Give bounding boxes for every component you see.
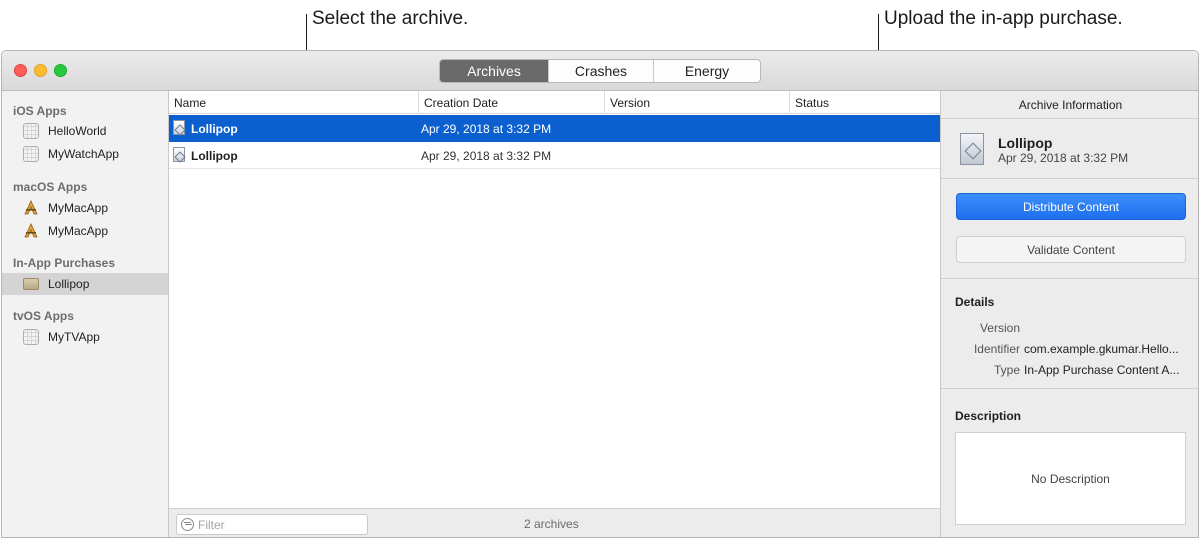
archive-inspector: Archive Information Lollipop Apr 29, 201… (940, 91, 1198, 537)
detail-label-identifier: Identifier (973, 342, 1020, 356)
archive-document-icon (173, 147, 185, 162)
column-name[interactable]: Name (169, 91, 419, 114)
sidebar-item-label: MyTVApp (48, 330, 100, 344)
sidebar: iOS Apps HelloWorld MyWatchApp macOS App… (2, 91, 169, 537)
row-date: Apr 29, 2018 at 3:32 PM (421, 122, 552, 136)
list-footer: 2 archives (169, 508, 940, 537)
sidebar-item-helloworld[interactable]: HelloWorld (2, 120, 168, 142)
sidebar-item-mymacapp[interactable]: MyMacApp (2, 197, 168, 219)
ios-app-icon (23, 146, 39, 162)
package-icon (23, 278, 39, 290)
column-status[interactable]: Status (790, 91, 940, 114)
macos-app-icon (23, 200, 39, 216)
description-box[interactable]: No Description (955, 432, 1186, 525)
tab-archives[interactable]: Archives (440, 60, 549, 82)
organizer-window: Archives Crashes Energy iOS Apps HelloWo… (1, 50, 1199, 538)
sidebar-item-label: MyWatchApp (48, 147, 119, 161)
archive-document-icon (960, 133, 984, 165)
detail-value-identifier: com.example.gkumar.Hello... (1024, 342, 1179, 356)
column-version[interactable]: Version (605, 91, 790, 114)
archive-document-icon (173, 120, 185, 135)
section-tvos-apps: tvOS Apps (13, 309, 74, 323)
validate-content-button[interactable]: Validate Content (956, 236, 1186, 263)
divider (941, 388, 1198, 389)
table-row[interactable]: Lollipop Apr 29, 2018 at 3:32 PM (169, 142, 940, 169)
sidebar-item-lollipop[interactable]: Lollipop (2, 273, 168, 295)
divider (941, 178, 1198, 179)
section-in-app-purchases: In-App Purchases (13, 256, 116, 270)
tab-energy[interactable]: Energy (654, 60, 760, 82)
sidebar-item-label: HelloWorld (48, 124, 107, 138)
detail-label-type: Type (993, 363, 1020, 377)
archive-list: Name Creation Date Version Status Lollip… (169, 91, 940, 537)
filter-input[interactable] (198, 517, 363, 532)
sidebar-item-label: MyMacApp (48, 201, 109, 215)
table-row[interactable]: Lollipop Apr 29, 2018 at 3:32 PM (169, 115, 940, 142)
ios-app-icon (23, 123, 39, 139)
archive-name: Lollipop (998, 135, 1053, 151)
sidebar-item-label: Lollipop (48, 277, 90, 291)
filter-icon (181, 518, 194, 531)
archive-count: 2 archives (524, 517, 579, 531)
column-creation-date[interactable]: Creation Date (419, 91, 605, 114)
distribute-content-button[interactable]: Distribute Content (956, 193, 1186, 220)
minimize-button[interactable] (34, 64, 47, 77)
filter-field[interactable] (176, 514, 368, 535)
sidebar-item-label: MyMacApp (48, 224, 109, 238)
row-name: Lollipop (191, 149, 238, 163)
tab-bar: Archives Crashes Energy (439, 59, 761, 83)
archive-date: Apr 29, 2018 at 3:32 PM (998, 151, 1129, 165)
column-header-row: Name Creation Date Version Status (169, 91, 940, 114)
title-bar: Archives Crashes Energy (2, 51, 1198, 91)
description-heading: Description (955, 409, 1022, 423)
tvos-app-icon (23, 329, 39, 345)
section-ios-apps: iOS Apps (13, 104, 67, 118)
detail-label-version: Version (979, 321, 1020, 335)
tab-crashes[interactable]: Crashes (549, 60, 654, 82)
divider (941, 278, 1198, 279)
macos-app-icon (23, 223, 39, 239)
callout-select-archive: Select the archive. (312, 8, 469, 29)
inspector-title: Archive Information (941, 91, 1198, 119)
callout-upload: Upload the in-app purchase. (884, 8, 1123, 29)
sidebar-item-mywatchapp[interactable]: MyWatchApp (2, 143, 168, 165)
zoom-button[interactable] (54, 64, 67, 77)
row-date: Apr 29, 2018 at 3:32 PM (421, 149, 552, 163)
sidebar-item-mymacapp-2[interactable]: MyMacApp (2, 220, 168, 242)
details-heading: Details (955, 295, 995, 309)
close-button[interactable] (14, 64, 27, 77)
detail-value-type: In-App Purchase Content A... (1024, 363, 1180, 377)
section-macos-apps: macOS Apps (13, 180, 88, 194)
sidebar-item-mytvapp[interactable]: MyTVApp (2, 326, 168, 348)
row-name: Lollipop (191, 122, 238, 136)
